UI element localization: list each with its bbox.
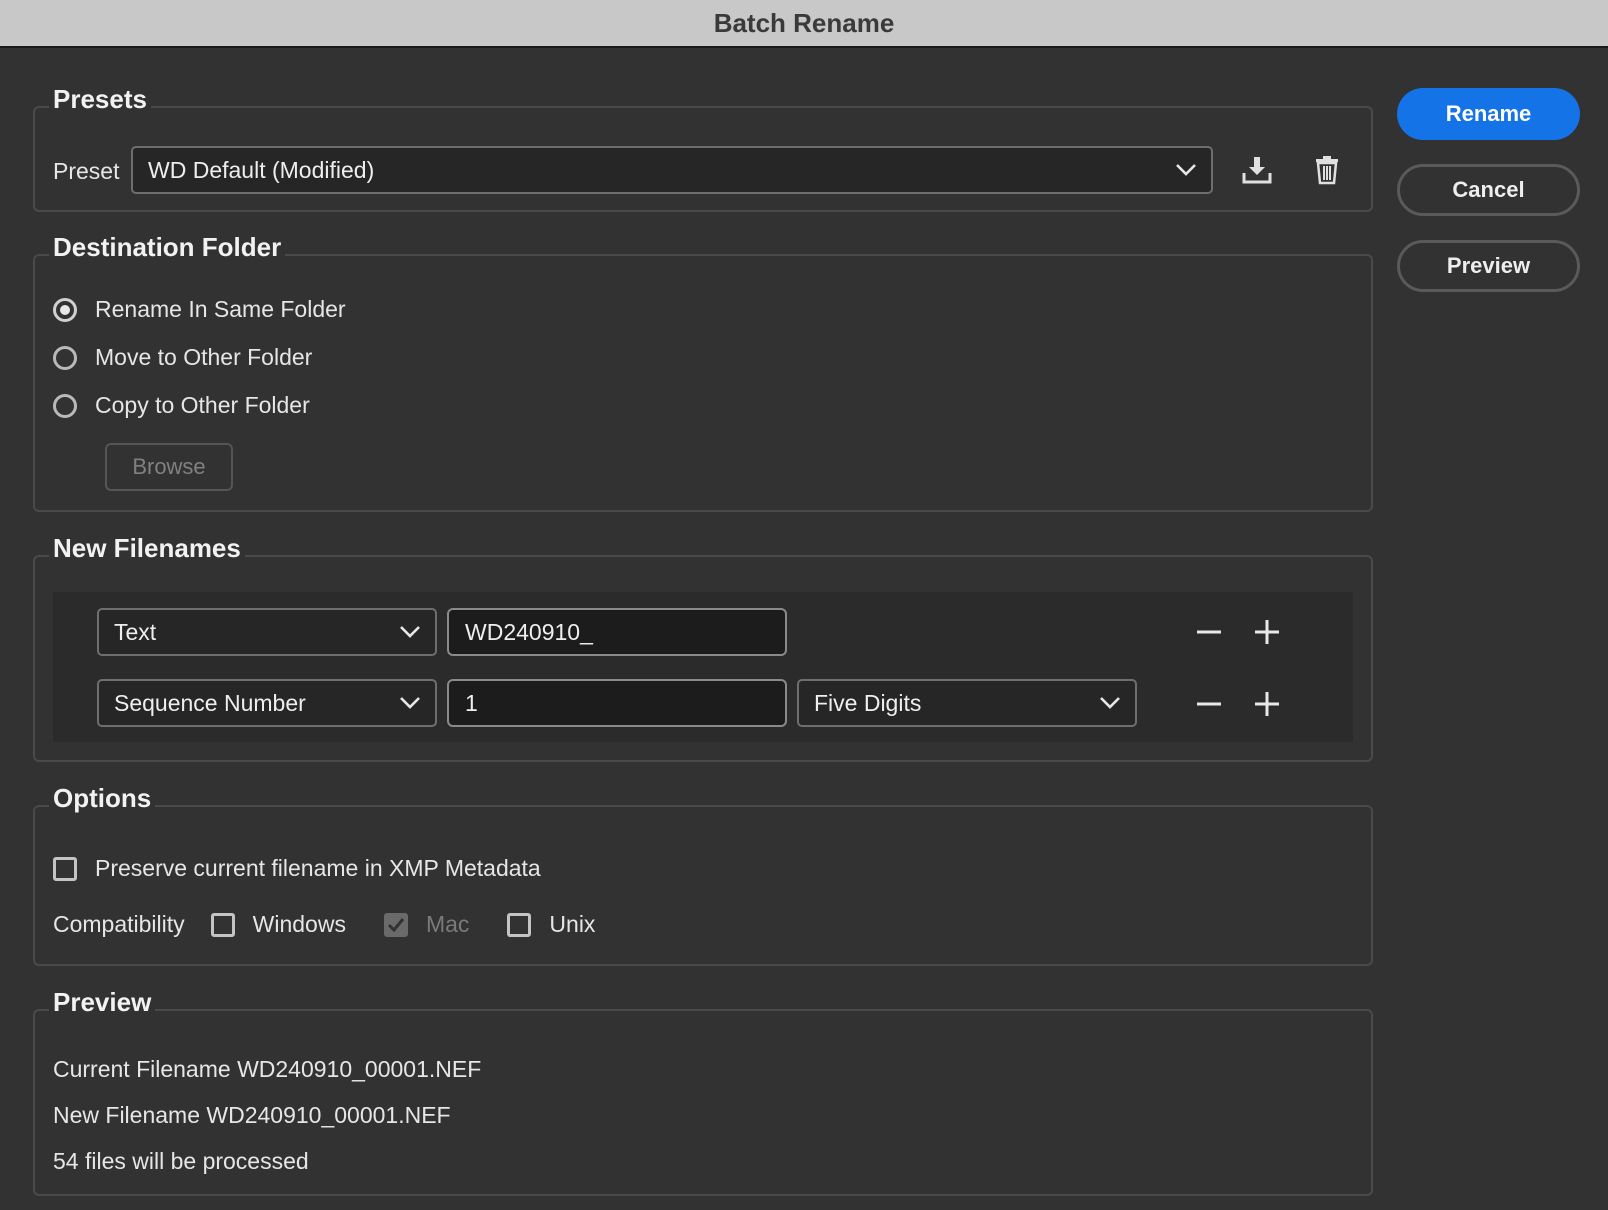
chevron-down-icon: [400, 626, 420, 638]
new-filenames-group: New Filenames Text WD240910_ Sequence Nu…: [33, 531, 1373, 762]
save-preset-button[interactable]: [1237, 150, 1277, 190]
unix-label: Unix: [549, 911, 596, 937]
add-rule-button[interactable]: [1250, 615, 1284, 649]
presets-group: Presets Preset WD Default (Modified): [33, 82, 1373, 212]
preserve-filename-label: Preserve current filename in XMP Metadat…: [95, 855, 541, 881]
plus-icon: [1255, 692, 1279, 716]
destination-legend: Destination Folder: [49, 230, 286, 264]
delete-preset-button[interactable]: [1307, 150, 1347, 190]
rule-text-value: WD240910_: [465, 618, 593, 645]
radio-label: Rename In Same Folder: [95, 296, 346, 322]
minus-icon: [1197, 630, 1221, 634]
cancel-button[interactable]: Cancel: [1397, 164, 1580, 216]
plus-icon: [1255, 620, 1279, 644]
mac-checkbox: [383, 912, 408, 937]
radio-unchecked[interactable]: [53, 393, 77, 418]
options-legend: Options: [49, 781, 156, 815]
download-icon: [1242, 157, 1272, 184]
chevron-down-icon: [1100, 697, 1120, 709]
destination-group: Destination Folder Rename In Same Folder…: [33, 230, 1373, 512]
mac-label: Mac: [425, 911, 470, 937]
presets-legend: Presets: [49, 82, 151, 116]
add-rule-button[interactable]: [1250, 687, 1284, 721]
window-title: Batch Rename: [713, 7, 895, 38]
rule-type-select[interactable]: Sequence Number: [97, 679, 437, 727]
title-bar: Batch Rename: [0, 0, 1608, 48]
browse-button[interactable]: Browse: [105, 443, 233, 491]
preview-button[interactable]: Preview: [1397, 240, 1580, 292]
rule-text-input[interactable]: WD240910_: [447, 608, 787, 656]
radio-unchecked[interactable]: [53, 345, 77, 370]
radio-move-other-folder[interactable]: Move to Other Folder: [53, 344, 312, 371]
trash-icon: [1316, 156, 1338, 185]
radio-label: Move to Other Folder: [95, 344, 313, 370]
new-filenames-legend: New Filenames: [49, 531, 245, 565]
checkmark-icon: [387, 917, 405, 932]
remove-rule-button[interactable]: [1192, 615, 1226, 649]
digits-value: Five Digits: [814, 689, 922, 716]
preset-select[interactable]: WD Default (Modified): [131, 146, 1213, 194]
chevron-down-icon: [400, 697, 420, 709]
minus-icon: [1197, 702, 1221, 706]
unix-checkbox[interactable]: [507, 912, 532, 937]
sequence-start-input[interactable]: 1: [447, 679, 787, 727]
preserve-filename-checkbox-row[interactable]: Preserve current filename in XMP Metadat…: [53, 855, 541, 882]
radio-checked[interactable]: [53, 297, 77, 322]
chevron-down-icon: [1176, 164, 1196, 176]
current-filename-text: Current Filename WD240910_00001.NEF: [53, 1056, 482, 1082]
radio-copy-other-folder[interactable]: Copy to Other Folder: [53, 392, 310, 419]
preset-label: Preset: [53, 158, 120, 184]
new-filename-text: New Filename WD240910_00001.NEF: [53, 1102, 451, 1128]
compatibility-label: Compatibility: [53, 911, 185, 937]
rule-type-value: Sequence Number: [114, 689, 306, 716]
preset-value: WD Default (Modified): [148, 156, 375, 183]
options-group: Options Preserve current filename in XMP…: [33, 781, 1373, 966]
windows-checkbox[interactable]: [210, 912, 235, 937]
sequence-start-value: 1: [465, 689, 478, 716]
rule-type-select[interactable]: Text: [97, 608, 437, 656]
rename-button[interactable]: Rename: [1397, 88, 1580, 140]
preview-legend: Preview: [49, 985, 156, 1019]
radio-rename-same-folder[interactable]: Rename In Same Folder: [53, 296, 346, 323]
digits-select[interactable]: Five Digits: [797, 679, 1137, 727]
compatibility-row: Compatibility Windows Mac Unix: [53, 911, 595, 938]
radio-label: Copy to Other Folder: [95, 392, 310, 418]
file-count-text: 54 files will be processed: [53, 1148, 309, 1174]
remove-rule-button[interactable]: [1192, 687, 1226, 721]
preview-group: Preview Current Filename WD240910_00001.…: [33, 985, 1373, 1196]
windows-label: Windows: [252, 911, 346, 937]
rule-type-value: Text: [114, 618, 157, 645]
preserve-filename-checkbox[interactable]: [53, 856, 77, 881]
